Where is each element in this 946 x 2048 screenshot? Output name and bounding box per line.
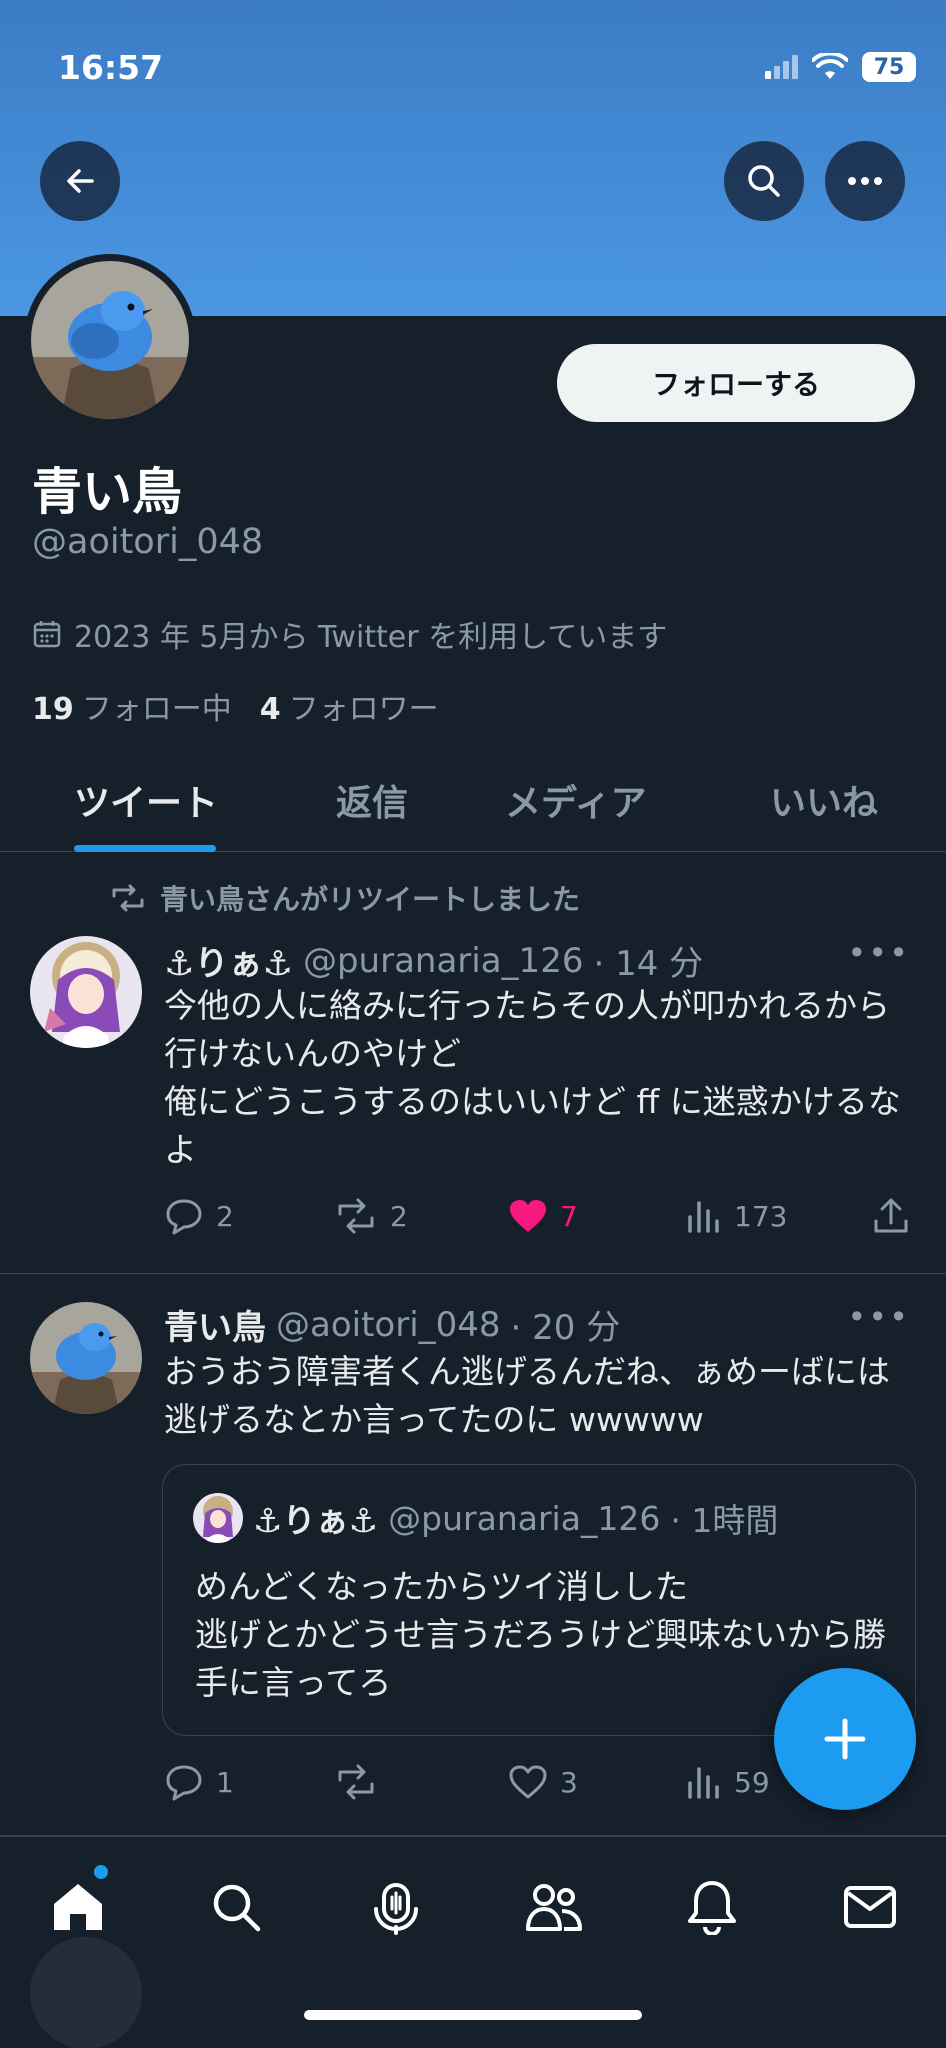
profile-name: 青い鳥 [32, 463, 182, 521]
wifi-icon [812, 53, 848, 79]
retweet-button[interactable] [334, 1764, 378, 1800]
back-button[interactable] [40, 141, 120, 221]
reply-icon [166, 1199, 202, 1235]
tweet-text: 今他の人に絡みに行ったらその人が叩かれるから行けないんのやけど 俺にどうこうする… [164, 986, 901, 1169]
tweet-display-name[interactable]: ⚓りぁ⚓ [164, 936, 293, 985]
share-button[interactable] [872, 1197, 910, 1235]
tweet-time: · 14 分 [593, 944, 704, 984]
views-button[interactable]: 173 [686, 1199, 787, 1233]
tweet-author-avatar[interactable] [30, 1302, 142, 1414]
home-icon [54, 1884, 102, 1930]
reply-count: 2 [216, 1199, 234, 1233]
joined-date: 2023 年 5月から Twitter を利用しています [32, 612, 667, 656]
heart-filled-icon [510, 1200, 546, 1232]
retweet-icon [112, 884, 144, 912]
tab-media[interactable]: メディア [505, 774, 646, 826]
compose-tweet-button[interactable] [774, 1668, 916, 1810]
communities-icon [526, 1884, 582, 1931]
calendar-icon [33, 621, 61, 648]
like-button[interactable]: 7 [508, 1198, 578, 1234]
profile-tabs: ツイート 返信 メディア いいね [0, 760, 946, 852]
nav-spaces[interactable] [366, 1877, 426, 1937]
like-button[interactable]: 3 [508, 1764, 578, 1800]
views-count: 173 [734, 1199, 788, 1233]
nav-search[interactable] [206, 1877, 266, 1937]
mail-icon [844, 1886, 896, 1928]
tweet-text: おうおう障害者くん逃げるんだね、ぁめーばには逃げるなとか言ってたのに wwwww [164, 1352, 890, 1439]
following-count: 19 [32, 692, 74, 727]
nav-home[interactable] [48, 1877, 108, 1937]
share-icon [874, 1198, 908, 1233]
retweet-label: 青い鳥さんがリツイートしました [110, 878, 580, 918]
reply-count: 1 [216, 1765, 234, 1799]
nav-messages[interactable] [840, 1877, 900, 1937]
search-button[interactable] [724, 141, 804, 221]
tweet-actions: 2 2 7 173 [164, 1194, 916, 1238]
tweet-author-avatar[interactable] [30, 936, 142, 1048]
spaces-microphone-icon [374, 1883, 418, 1935]
more-horizontal-icon [848, 177, 882, 185]
quoted-time: · 1時間 [670, 1501, 779, 1540]
analytics-icon [688, 1201, 719, 1233]
tweet-time: · 20 分 [510, 1308, 621, 1348]
tab-replies[interactable]: 返信 [336, 774, 408, 826]
retweet-button[interactable]: 2 [334, 1198, 408, 1234]
tweet-handle[interactable]: @puranaria_126 [303, 941, 583, 981]
bell-icon [688, 1881, 736, 1935]
views-count: 59 [734, 1765, 770, 1799]
retweet-label-text: 青い鳥さんがリツイートしました [160, 883, 581, 916]
more-options-button[interactable] [825, 141, 905, 221]
tab-tweets[interactable]: ツイート [74, 774, 218, 826]
search-icon [213, 1884, 261, 1932]
followers-count: 4 [259, 692, 281, 727]
home-indicator [304, 2010, 642, 2020]
reply-icon [166, 1765, 202, 1801]
status-time: 16:57 [58, 48, 164, 87]
following-link[interactable]: 19 フォロー中 [32, 684, 232, 728]
quoted-display-name: ⚓りぁ⚓ [253, 1501, 379, 1540]
heart-icon [509, 1765, 547, 1799]
retweet-icon [338, 1198, 374, 1234]
quoted-tweet-header: ⚓りぁ⚓ @puranaria_126 · 1時間 [193, 1493, 778, 1543]
partial-avatar [30, 1937, 142, 2048]
profile-avatar[interactable] [24, 254, 196, 426]
nav-notifications[interactable] [682, 1877, 742, 1937]
tweet-more-icon[interactable]: ••• [847, 934, 910, 972]
reply-button[interactable]: 2 [164, 1197, 234, 1235]
tweet-more-icon[interactable]: ••• [847, 1298, 910, 1336]
tab-likes[interactable]: いいね [770, 774, 878, 826]
profile-handle: @aoitori_048 [32, 522, 264, 562]
tweet-header: 青い鳥 @aoitori_048 · 20 分 [164, 1300, 620, 1349]
search-icon [748, 165, 780, 197]
nav-communities[interactable] [524, 1877, 584, 1937]
tweet-display-name[interactable]: 青い鳥 [164, 1300, 266, 1349]
following-label: フォロー中 [81, 692, 232, 727]
tweet-handle[interactable]: @aoitori_048 [276, 1305, 501, 1345]
retweet-count: 2 [390, 1199, 408, 1233]
battery-icon: 75 [862, 52, 916, 82]
analytics-icon [688, 1767, 719, 1799]
like-count: 7 [560, 1199, 578, 1233]
active-tab-indicator [74, 845, 216, 852]
followers-label: フォロワー [288, 692, 439, 727]
plus-icon [824, 1718, 866, 1760]
like-count: 3 [560, 1765, 578, 1799]
tweet[interactable]: 青い鳥さんがリツイートしました ⚓りぁ⚓ @puranaria_126 · 14… [0, 852, 946, 1274]
retweet-icon [338, 1764, 374, 1800]
quoted-author-avatar [193, 1493, 243, 1543]
cellular-signal-icon [765, 55, 798, 79]
status-icons: 75 [765, 52, 916, 82]
quoted-handle: @puranaria_126 [388, 1498, 661, 1538]
follow-button[interactable]: フォローする [557, 344, 915, 422]
notification-dot [94, 1865, 108, 1879]
tweet-header: ⚓りぁ⚓ @puranaria_126 · 14 分 [164, 936, 703, 985]
reply-button[interactable]: 1 [164, 1763, 234, 1801]
views-button[interactable]: 59 [686, 1765, 770, 1799]
bluebird-photo [31, 261, 189, 419]
joined-text: 2023 年 5月から Twitter を利用しています [74, 620, 668, 655]
followers-link[interactable]: 4 フォロワー [260, 684, 439, 728]
arrow-left-icon [67, 169, 94, 193]
quoted-tweet-text: めんどくなったからツイ消しした 逃げとかどうせ言うだろうけど興味ないから勝手に言… [195, 1567, 887, 1702]
follow-stats: 19 フォロー中 4 フォロワー [32, 684, 439, 728]
